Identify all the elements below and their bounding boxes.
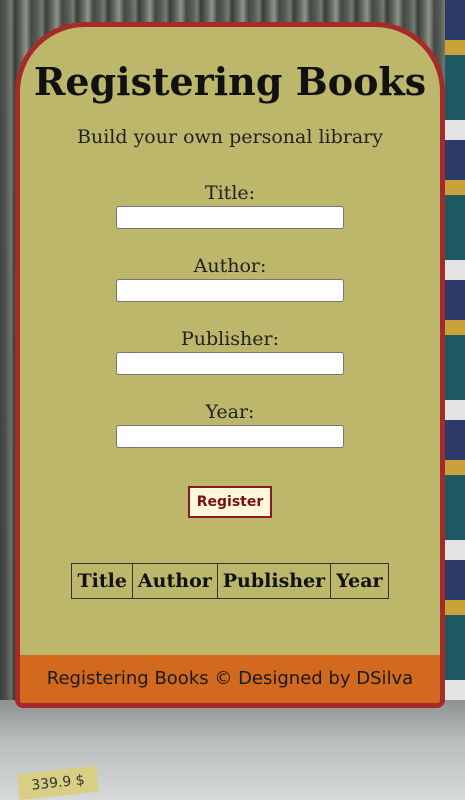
title-label: Title: xyxy=(204,182,256,204)
registration-card: Registering Books Build your own persona… xyxy=(15,22,445,708)
year-label: Year: xyxy=(205,401,255,423)
publisher-field-group: Publisher: xyxy=(20,328,440,379)
table-header-row: Title Author Publisher Year xyxy=(71,563,389,599)
register-form: Title: Author: Publisher: Year: xyxy=(20,182,440,452)
title-field-group: Title: xyxy=(20,182,440,233)
year-field-group: Year: xyxy=(20,401,440,452)
register-button[interactable]: Register xyxy=(187,486,273,518)
footer: Registering Books © Designed by DSilva xyxy=(20,655,440,703)
column-header-title: Title xyxy=(71,563,133,599)
books-table: Title Author Publisher Year xyxy=(71,563,389,599)
column-header-publisher: Publisher xyxy=(216,563,332,599)
title-input[interactable] xyxy=(116,206,344,229)
column-header-author: Author xyxy=(131,563,218,599)
column-header-year: Year xyxy=(330,563,389,599)
register-button-wrapper: Register xyxy=(20,486,440,518)
publisher-input[interactable] xyxy=(116,352,344,375)
author-label: Author: xyxy=(193,255,267,277)
year-input[interactable] xyxy=(116,425,344,448)
author-field-group: Author: xyxy=(20,255,440,306)
background-shelf-books xyxy=(445,0,465,800)
publisher-label: Publisher: xyxy=(180,328,280,350)
page-subtitle: Build your own personal library xyxy=(77,126,383,148)
author-input[interactable] xyxy=(116,279,344,302)
page-title: Registering Books xyxy=(33,59,427,104)
